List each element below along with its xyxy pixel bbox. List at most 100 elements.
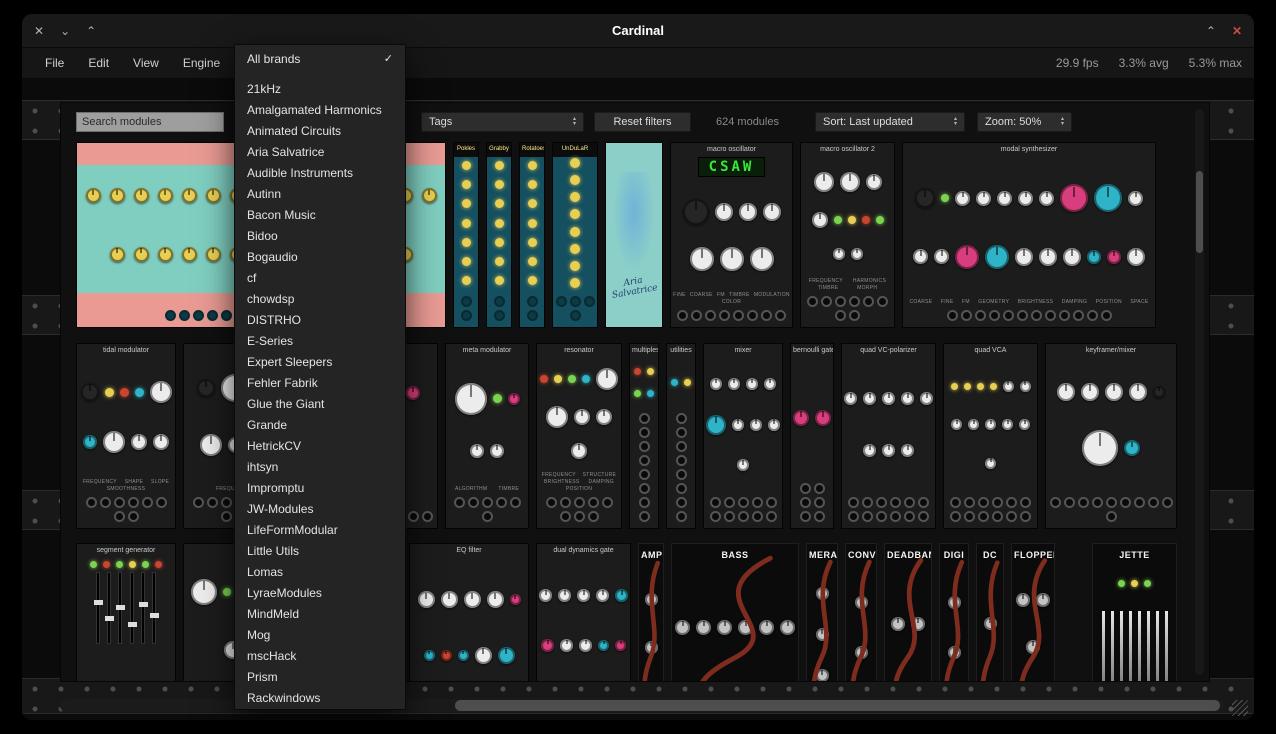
module-tidal-modulator[interactable]: tidal modulatorFREQUENCYSHAPESLOPESMOOTH… [76, 343, 176, 529]
module-bernoulli-gate[interactable]: bernoulli gate [790, 343, 834, 529]
module-jette[interactable]: JETTE [1092, 543, 1177, 682]
vertical-scrollbar-thumb[interactable] [1196, 171, 1203, 253]
port-jack [570, 296, 581, 307]
module-multiples[interactable]: multiples [629, 343, 659, 529]
menu-engine[interactable]: Engine [172, 52, 231, 74]
brand-option-animated-circuits[interactable]: Animated Circuits [235, 120, 405, 141]
quit-icon[interactable]: ✕ [1232, 24, 1242, 38]
module-dual-dynamics-gate[interactable]: dual dynamics gateSHAPEMOD [536, 543, 631, 682]
brand-option-ihtsyn[interactable]: ihtsyn [235, 456, 405, 477]
slider[interactable] [130, 572, 134, 644]
module-segment-generator[interactable]: segment generator [76, 543, 176, 682]
brand-option-lomas[interactable]: Lomas [235, 561, 405, 582]
module-pokles[interactable]: Pokles [453, 142, 479, 328]
sort-dropdown[interactable]: Sort: Last updated ▴ ▾ [815, 112, 965, 132]
resize-grip-icon[interactable] [1232, 700, 1248, 716]
module-controls [77, 355, 175, 479]
module-conv[interactable]: CONV [845, 543, 877, 682]
module-quad-vca[interactable]: quad VCA [943, 343, 1038, 529]
module-amp[interactable]: AMPCVIN [638, 543, 664, 682]
brand-option-label: Mog [247, 628, 270, 642]
slider[interactable] [118, 572, 122, 644]
brand-option-cf[interactable]: cf [235, 267, 405, 288]
menu-view[interactable]: View [122, 52, 170, 74]
reset-filters-button[interactable]: Reset filters [594, 112, 691, 132]
module-deadband[interactable]: DEADBANDWIDTHGAP [884, 543, 932, 682]
module-rotatoes[interactable]: Rotatoes [519, 142, 545, 328]
led [540, 375, 548, 383]
brand-option-bacon-music[interactable]: Bacon Music [235, 204, 405, 225]
port-jack [207, 497, 218, 508]
control-labels: FREQUENCYSTRUCTUREBRIGHTNESSDAMPINGPOSIT… [537, 472, 621, 494]
brand-option-grande[interactable]: Grande [235, 414, 405, 435]
module-mera[interactable]: MERA [806, 543, 838, 682]
brand-option-lyraemodules[interactable]: LyraeModules [235, 582, 405, 603]
brand-option-aria-salvatrice[interactable]: Aria Salvatrice [235, 141, 405, 162]
module-controls [704, 355, 782, 494]
shade-up-icon[interactable]: ⌃ [86, 24, 96, 38]
close-icon[interactable]: ✕ [34, 24, 44, 38]
module-undular[interactable]: UnDuLaR [552, 142, 598, 328]
menu-edit[interactable]: Edit [77, 52, 120, 74]
slider[interactable] [141, 572, 145, 644]
brand-option-bidoo[interactable]: Bidoo [235, 225, 405, 246]
module-controls [487, 153, 511, 293]
brand-option-little-utils[interactable]: Little Utils [235, 540, 405, 561]
brand-option-rackwindows[interactable]: Rackwindows [235, 687, 405, 708]
vertical-scrollbar[interactable] [1195, 109, 1204, 675]
brand-option-lifeformmodular[interactable]: LifeFormModular [235, 519, 405, 540]
slider[interactable] [152, 572, 156, 644]
brand-option-amalgamated-harmonics[interactable]: Amalgamated Harmonics [235, 99, 405, 120]
module-controls [537, 555, 630, 682]
module-bass[interactable]: BASSCUTOFFCVRESONANCEDECAYACCENTENVMOD [671, 543, 799, 682]
titlebar[interactable]: ✕ ⌄ ⌃ Cardinal ⌃ ✕ [22, 14, 1254, 48]
port-jack [676, 427, 687, 438]
module-flopper[interactable]: FLOPPERCV [1011, 543, 1055, 682]
brand-option-e-series[interactable]: E-Series [235, 330, 405, 351]
module-macro-oscillator-2[interactable]: macro oscillator 2FREQUENCYHARMONICSTIMB… [800, 142, 895, 328]
module-eq-filter[interactable]: EQ filterFREQGAIN [409, 543, 529, 682]
module-grabby[interactable]: Grabby [486, 142, 512, 328]
horizontal-scrollbar-thumb[interactable] [455, 700, 1220, 711]
slider[interactable] [96, 572, 100, 644]
brand-option-21khz[interactable]: 21kHz [235, 78, 405, 99]
search-input[interactable] [76, 112, 224, 132]
brand-option-hetrickcv[interactable]: HetrickCV [235, 435, 405, 456]
menu-file[interactable]: File [34, 52, 75, 74]
module-macro-oscillator[interactable]: macro oscillatorCSAWFINECOARSEFMTIMBREMO… [670, 142, 793, 328]
shade-down-icon[interactable]: ⌄ [60, 24, 70, 38]
module-meta-modulator[interactable]: meta modulatorALGORITHMTIMBRE [445, 343, 529, 529]
brand-option-jw-modules[interactable]: JW-Modules [235, 498, 405, 519]
module-keyframer-mixer[interactable]: keyframer/mixer [1045, 343, 1177, 529]
brand-option-autinn[interactable]: Autinn [235, 183, 405, 204]
brand-option-glue-the-giant[interactable]: Glue the Giant [235, 393, 405, 414]
expand-icon[interactable]: ⌃ [1206, 24, 1216, 38]
module-utilities[interactable]: utilities [666, 343, 696, 529]
brand-option-mog[interactable]: Mog [235, 624, 405, 645]
port-jack [676, 455, 687, 466]
module-resonator[interactable]: resonatorFREQUENCYSTRUCTUREBRIGHTNESSDAM… [536, 343, 622, 529]
slider[interactable] [107, 572, 111, 644]
brand-option-expert-sleepers[interactable]: Expert Sleepers [235, 351, 405, 372]
brand-option-mindmeld[interactable]: MindMeld [235, 603, 405, 624]
brand-option-chowdsp[interactable]: chowdsp [235, 288, 405, 309]
brand-option-bogaudio[interactable]: Bogaudio [235, 246, 405, 267]
module-mixer[interactable]: mixer [703, 343, 783, 529]
brand-option-label: Animated Circuits [247, 124, 341, 138]
module-dc[interactable]: DCCV [976, 543, 1004, 682]
brand-option-prism[interactable]: Prism [235, 666, 405, 687]
port-jack [964, 511, 975, 522]
module-modal-synthesizer[interactable]: modal synthesizerCOARSEFINEFMGEOMETRYBRI… [902, 142, 1156, 328]
module-quad-vc-polarizer[interactable]: quad VC-polarizer [841, 343, 936, 529]
brand-option-fehler-fabrik[interactable]: Fehler Fabrik [235, 372, 405, 393]
tags-dropdown[interactable]: Tags ▴ ▾ [421, 112, 584, 132]
brand-option-impromptu[interactable]: Impromptu [235, 477, 405, 498]
brand-option-mschack[interactable]: mscHack [235, 645, 405, 666]
module-digi[interactable]: DIGI [939, 543, 969, 682]
module-untitled[interactable]: Aria Salvatrice [605, 142, 663, 328]
knob [574, 409, 590, 425]
brand-option-audible-instruments[interactable]: Audible Instruments [235, 162, 405, 183]
brand-option-distrho[interactable]: DISTRHO [235, 309, 405, 330]
brand-option-all-brands[interactable]: All brands✓ [235, 48, 405, 69]
zoom-dropdown[interactable]: Zoom: 50% ▴ ▾ [977, 112, 1072, 132]
